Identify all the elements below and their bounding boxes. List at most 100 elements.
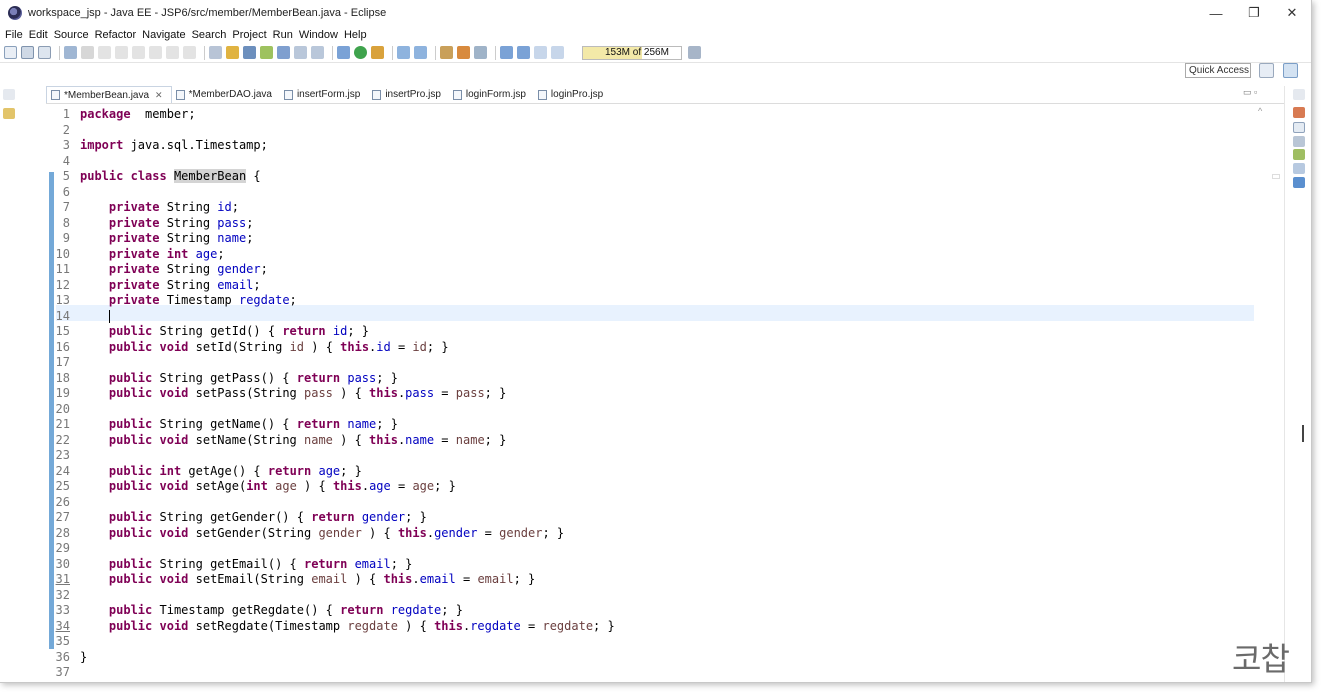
build-icon[interactable]: [226, 46, 239, 59]
code-line[interactable]: 21 public String getName() { return name…: [46, 417, 1270, 433]
code-line[interactable]: 22 public void setName(String name ) { t…: [46, 433, 1270, 449]
new-java-project-icon[interactable]: [397, 46, 410, 59]
code-line[interactable]: 12 private String email;: [46, 278, 1270, 294]
close-icon[interactable]: ✕: [155, 90, 163, 101]
forward-icon[interactable]: [551, 46, 564, 59]
search-icon[interactable]: [474, 46, 487, 59]
code-line[interactable]: 27 public String getGender() { return ge…: [46, 510, 1270, 526]
menu-help[interactable]: Help: [341, 29, 370, 41]
garbage-collect-icon[interactable]: [688, 46, 701, 59]
data-source-icon[interactable]: [1293, 163, 1305, 174]
code-line[interactable]: 37: [46, 665, 1270, 681]
code-line[interactable]: 30 public String getEmail() { return ema…: [46, 557, 1270, 573]
tab-memberdao-java[interactable]: *MemberDAO.java: [172, 86, 280, 103]
quick-access-input[interactable]: Quick Access: [1185, 63, 1251, 78]
new-class-icon[interactable]: [414, 46, 427, 59]
save-icon[interactable]: [21, 46, 34, 59]
code-line[interactable]: 18 public String getPass() { return pass…: [46, 371, 1270, 387]
tab-memberbean-java[interactable]: *MemberBean.java ✕: [46, 86, 172, 103]
package-icon[interactable]: [243, 46, 256, 59]
terminate-icon[interactable]: [132, 46, 145, 59]
open-perspective-icon[interactable]: [1259, 63, 1274, 78]
tab-insertpro-jsp[interactable]: insertPro.jsp: [368, 86, 449, 103]
menu-navigate[interactable]: Navigate: [139, 29, 188, 41]
code-line[interactable]: 25 public void setAge(int age ) { this.a…: [46, 479, 1270, 495]
code-line[interactable]: 15 public String getId() { return id; }: [46, 324, 1270, 340]
restore-view-icon[interactable]: [1293, 89, 1305, 100]
code-line[interactable]: 34 public void setRegdate(Timestamp regd…: [46, 619, 1270, 635]
code-line[interactable]: 24 public int getAge() { return age; }: [46, 464, 1270, 480]
java-ee-perspective-icon[interactable]: [1283, 63, 1298, 78]
code-line[interactable]: 26: [46, 495, 1270, 511]
run-icon[interactable]: [354, 46, 367, 59]
code-line[interactable]: 35: [46, 634, 1270, 650]
code-line[interactable]: 29: [46, 541, 1270, 557]
code-line[interactable]: 4: [46, 154, 1270, 170]
menu-edit[interactable]: Edit: [26, 29, 51, 41]
menu-refactor[interactable]: Refactor: [92, 29, 140, 41]
minimize-button[interactable]: —: [1197, 0, 1235, 26]
code-line[interactable]: 14: [46, 309, 1270, 325]
code-line[interactable]: 20: [46, 402, 1270, 418]
code-line[interactable]: 36}: [46, 650, 1270, 666]
open-task-icon[interactable]: [457, 46, 470, 59]
tab-loginpro-jsp[interactable]: loginPro.jsp: [534, 86, 611, 103]
annotation-next-icon[interactable]: [500, 46, 513, 59]
code-line[interactable]: 33 public Timestamp getRegdate() { retur…: [46, 603, 1270, 619]
resume-icon[interactable]: [98, 46, 111, 59]
external-tools-icon[interactable]: [371, 46, 384, 59]
project-explorer-icon[interactable]: [3, 108, 15, 119]
skip-breakpoints-icon[interactable]: [81, 46, 94, 59]
save-all-icon[interactable]: [38, 46, 51, 59]
outline-icon[interactable]: [1293, 107, 1305, 118]
code-line[interactable]: 5 public class MemberBean {: [46, 169, 1270, 185]
close-button[interactable]: ✕: [1273, 0, 1311, 26]
menu-project[interactable]: Project: [229, 29, 269, 41]
code-lines[interactable]: 1 package member; 2 3 import java.sql.Timest…: [46, 107, 1270, 681]
code-line[interactable]: 32: [46, 588, 1270, 604]
tab-loginform-jsp[interactable]: loginForm.jsp: [449, 86, 534, 103]
new-icon[interactable]: [4, 46, 17, 59]
menu-run[interactable]: Run: [270, 29, 296, 41]
console-icon[interactable]: [1293, 177, 1305, 188]
step-over-icon[interactable]: [166, 46, 179, 59]
code-line[interactable]: 1 package member;: [46, 107, 1270, 123]
code-line[interactable]: 7 private String id;: [46, 200, 1270, 216]
code-line[interactable]: 23: [46, 448, 1270, 464]
mark-occurrences-icon[interactable]: [260, 46, 273, 59]
code-line[interactable]: 8 private String pass;: [46, 216, 1270, 232]
toggle-block-icon[interactable]: [277, 46, 290, 59]
code-line[interactable]: 2: [46, 123, 1270, 139]
annotation-prev-icon[interactable]: [517, 46, 530, 59]
heap-status[interactable]: 153M of 256M: [582, 45, 682, 60]
code-line[interactable]: 31 public void setEmail(String email ) {…: [46, 572, 1270, 588]
code-line[interactable]: 16 public void setId(String id ) { this.…: [46, 340, 1270, 356]
tab-insertform-jsp[interactable]: insertForm.jsp: [280, 86, 368, 103]
menu-file[interactable]: File: [2, 29, 26, 41]
back-icon[interactable]: [534, 46, 547, 59]
editor-min-max-controls[interactable]: ▭ ▫: [1243, 87, 1257, 98]
word-wrap-icon[interactable]: [311, 46, 324, 59]
suspend-icon[interactable]: [115, 46, 128, 59]
code-line[interactable]: 17: [46, 355, 1270, 371]
servers-icon[interactable]: [1293, 149, 1305, 160]
code-line[interactable]: 10 private int age;: [46, 247, 1270, 263]
code-line[interactable]: 11 private String gender;: [46, 262, 1270, 278]
code-line[interactable]: 19 public void setPass(String pass ) { t…: [46, 386, 1270, 402]
menu-window[interactable]: Window: [296, 29, 341, 41]
overview-ruler[interactable]: [1272, 104, 1282, 682]
server-icon[interactable]: [209, 46, 222, 59]
menu-search[interactable]: Search: [189, 29, 230, 41]
code-line[interactable]: 9 private String name;: [46, 231, 1270, 247]
code-line[interactable]: 13 private Timestamp regdate;: [46, 293, 1270, 309]
task-list-icon[interactable]: [1293, 122, 1305, 133]
step-into-icon[interactable]: [149, 46, 162, 59]
code-editor[interactable]: 1 package member; 2 3 import java.sql.Timest…: [46, 104, 1270, 682]
markers-icon[interactable]: [1293, 136, 1305, 147]
code-line[interactable]: 3 import java.sql.Timestamp;: [46, 138, 1270, 154]
code-line[interactable]: 28 public void setGender(String gender )…: [46, 526, 1270, 542]
menu-source[interactable]: Source: [51, 29, 92, 41]
scroll-up-icon[interactable]: ^: [1258, 106, 1262, 116]
step-return-icon[interactable]: [183, 46, 196, 59]
code-line[interactable]: 6: [46, 185, 1270, 201]
